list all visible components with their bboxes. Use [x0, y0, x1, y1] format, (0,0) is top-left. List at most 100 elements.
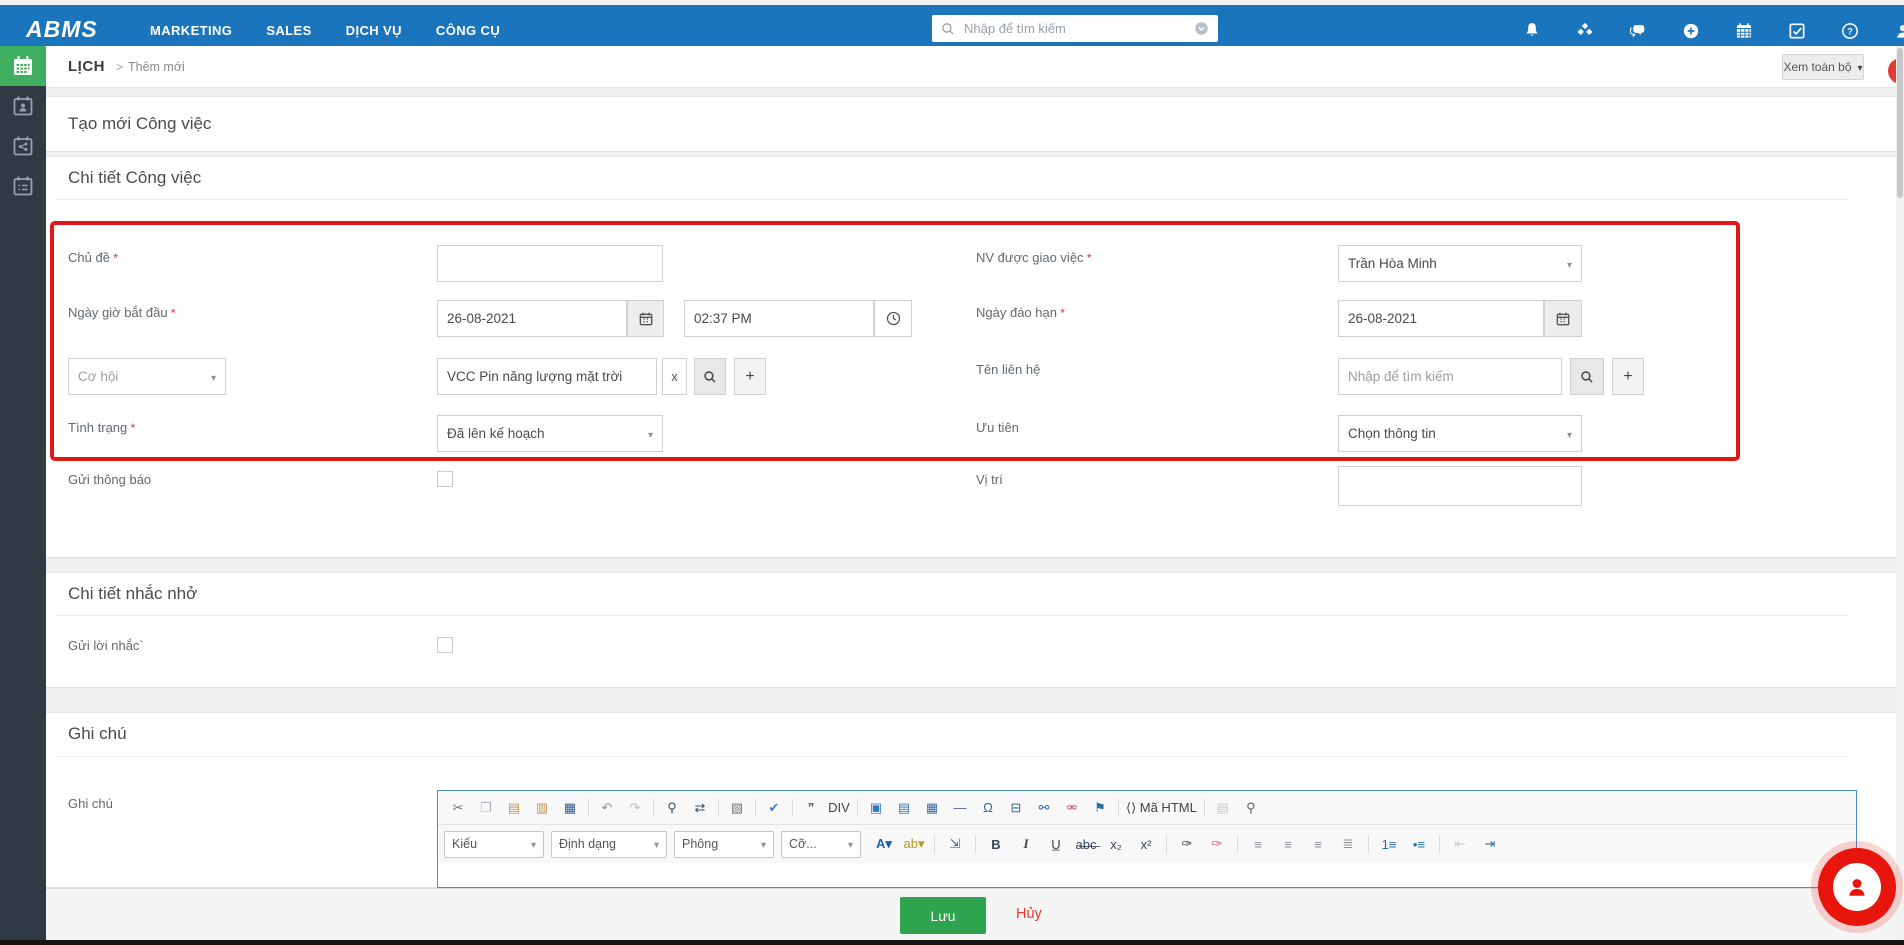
unlink-icon[interactable]: ⚮	[1058, 796, 1086, 820]
save-button[interactable]: Lưu	[900, 897, 986, 934]
sidebar-item-calendar-share[interactable]	[0, 126, 46, 166]
outdent-icon[interactable]: ⇤	[1446, 832, 1474, 856]
format-dropdown[interactable]: Định dạng	[551, 830, 667, 858]
nav-marketing[interactable]: MARKETING	[150, 23, 232, 38]
select-all-icon[interactable]: ▧	[723, 796, 751, 820]
start-time-clock-button[interactable]	[874, 300, 912, 337]
toolbar-separator[interactable]	[1203, 799, 1205, 816]
nav-sales[interactable]: SALES	[266, 23, 311, 38]
horizontal-rule-icon[interactable]: ―	[946, 796, 974, 820]
nav-cong-cu[interactable]: CÔNG CỤ	[436, 23, 500, 38]
align-right-icon[interactable]: ≡	[1304, 832, 1332, 856]
search-input[interactable]	[962, 20, 1187, 37]
sidebar-item-calendar-list[interactable]	[0, 166, 46, 206]
support-float-button[interactable]	[1818, 848, 1896, 926]
templates-icon[interactable]: ▤	[1209, 796, 1237, 820]
toolbar-separator[interactable]	[1118, 799, 1119, 816]
underline-icon[interactable]: U̲	[1042, 832, 1070, 856]
align-center-icon[interactable]: ≡	[1274, 832, 1302, 856]
calendar-icon[interactable]	[1734, 21, 1754, 41]
toolbar-separator[interactable]	[1237, 835, 1238, 853]
add-icon[interactable]	[1681, 21, 1701, 41]
superscript-icon[interactable]: x²	[1132, 832, 1160, 856]
undo-icon[interactable]: ↶	[593, 796, 621, 820]
table-icon[interactable]: ▦	[918, 796, 946, 820]
style-dropdown[interactable]: Kiểu	[444, 830, 544, 858]
global-search[interactable]	[932, 15, 1218, 42]
indent-icon[interactable]: ⇥	[1476, 832, 1504, 856]
cancel-link[interactable]: Hủy	[1016, 906, 1042, 922]
redo-icon[interactable]: ↷	[621, 796, 649, 820]
ten-lien-he-input[interactable]	[1338, 358, 1562, 395]
co-hoi-value-input[interactable]	[437, 358, 657, 395]
unordered-list-icon[interactable]: •≡	[1405, 832, 1433, 856]
vi-tri-input[interactable]	[1338, 466, 1582, 506]
page-break-icon[interactable]: ⊟	[1002, 796, 1030, 820]
cut-icon[interactable]: ✂	[444, 796, 472, 820]
tinh-trang-select[interactable]: Đã lên kế hoạch	[437, 415, 663, 452]
paste-icon[interactable]: ▤	[500, 796, 528, 820]
nv-duoc-giao-viec-select[interactable]: Trần Hòa Minh	[1338, 245, 1582, 282]
modules-icon[interactable]	[1575, 21, 1595, 41]
font-dropdown[interactable]: Phông	[674, 830, 774, 858]
anchor-flag-icon[interactable]: ⚑	[1086, 796, 1114, 820]
find-icon[interactable]: ⚲	[658, 796, 686, 820]
toolbar-separator[interactable]	[1439, 835, 1440, 853]
toolbar-separator[interactable]	[1166, 835, 1167, 853]
preview-icon[interactable]: ⚲	[1237, 796, 1265, 820]
rich-text-editor[interactable]: ✂ ❐ ▤ ▥ ▦ ↶ ↷ ⚲ ⇄ ▧ ✔” DIV ▣ ▤ ▦ ― Ω ⊟ ⚯ ⚮ ⚑ ⟨⟩ Mã HTML ▤ ⚲ Kiể…	[437, 790, 1857, 888]
chat-icon[interactable]	[1628, 21, 1648, 41]
paste-text-icon[interactable]: ▥	[528, 796, 556, 820]
toolbar-separator[interactable]	[1368, 835, 1369, 853]
nav-dich-vu[interactable]: DỊCH VỤ	[346, 23, 402, 38]
replace-icon[interactable]: ⇄	[686, 796, 714, 820]
toolbar-separator[interactable]	[934, 835, 935, 853]
toolbar-separator[interactable]	[857, 799, 858, 816]
link-icon[interactable]: ⚯	[1030, 796, 1058, 820]
co-hoi-add-button[interactable]: +	[734, 358, 766, 395]
bg-color-icon[interactable]: ab▾	[900, 832, 928, 856]
toolbar-separator[interactable]	[975, 835, 976, 853]
div-container-icon[interactable]: DIV	[825, 796, 853, 820]
user-icon[interactable]	[1893, 21, 1904, 41]
ordered-list-icon[interactable]: 1≡	[1375, 832, 1403, 856]
spellcheck-icon[interactable]: ✔	[760, 796, 788, 820]
source-code-button[interactable]: ⟨⟩ Mã HTML	[1123, 796, 1200, 820]
co-hoi-type-select[interactable]: Cơ hội	[68, 358, 226, 395]
blockquote-icon[interactable]: ”	[797, 796, 825, 820]
subscript-icon[interactable]: x₂	[1102, 832, 1130, 856]
ten-lien-he-add-button[interactable]: +	[1612, 358, 1644, 395]
start-date-calendar-button[interactable]	[627, 300, 664, 337]
maximize-icon[interactable]: ⇲	[941, 832, 969, 856]
co-hoi-clear-button[interactable]: x	[662, 358, 687, 395]
toolbar-separator[interactable]	[792, 799, 793, 816]
remove-format-icon[interactable]: ✑	[1203, 832, 1231, 856]
image-icon[interactable]: ▣	[862, 796, 890, 820]
view-all-button[interactable]: Xem toàn bộ	[1782, 54, 1864, 80]
start-time-input[interactable]	[684, 300, 874, 337]
tasks-icon[interactable]	[1787, 21, 1807, 41]
toolbar-separator[interactable]	[718, 799, 719, 816]
text-color-icon[interactable]: A▾	[870, 832, 898, 856]
chu-de-input[interactable]	[437, 245, 663, 282]
gui-loi-nhac-checkbox[interactable]	[437, 637, 453, 653]
toolbar-separator[interactable]	[653, 799, 654, 816]
strikethrough-icon[interactable]: a̶b̶c̶	[1072, 832, 1100, 856]
help-icon[interactable]: ?	[1840, 21, 1860, 41]
align-left-icon[interactable]: ≡	[1244, 832, 1272, 856]
bell-icon[interactable]	[1522, 21, 1542, 41]
due-date-calendar-button[interactable]	[1544, 300, 1582, 337]
bold-icon[interactable]: B	[982, 832, 1010, 856]
paste-word-icon[interactable]: ▦	[556, 796, 584, 820]
toolbar-separator[interactable]	[755, 799, 756, 816]
gui-thong-bao-checkbox[interactable]	[437, 471, 453, 487]
iframe-icon[interactable]: ▤	[890, 796, 918, 820]
sidebar-item-calendar[interactable]	[0, 46, 46, 86]
due-date-input[interactable]	[1338, 300, 1544, 337]
copy-icon[interactable]: ❐	[472, 796, 500, 820]
copy-format-icon[interactable]: ✑	[1173, 832, 1201, 856]
scrollbar-thumb[interactable]	[1897, 48, 1903, 198]
breadcrumb-section[interactable]: LỊCH	[68, 58, 105, 75]
co-hoi-search-button[interactable]	[694, 358, 726, 395]
italic-icon[interactable]: I	[1012, 832, 1040, 856]
